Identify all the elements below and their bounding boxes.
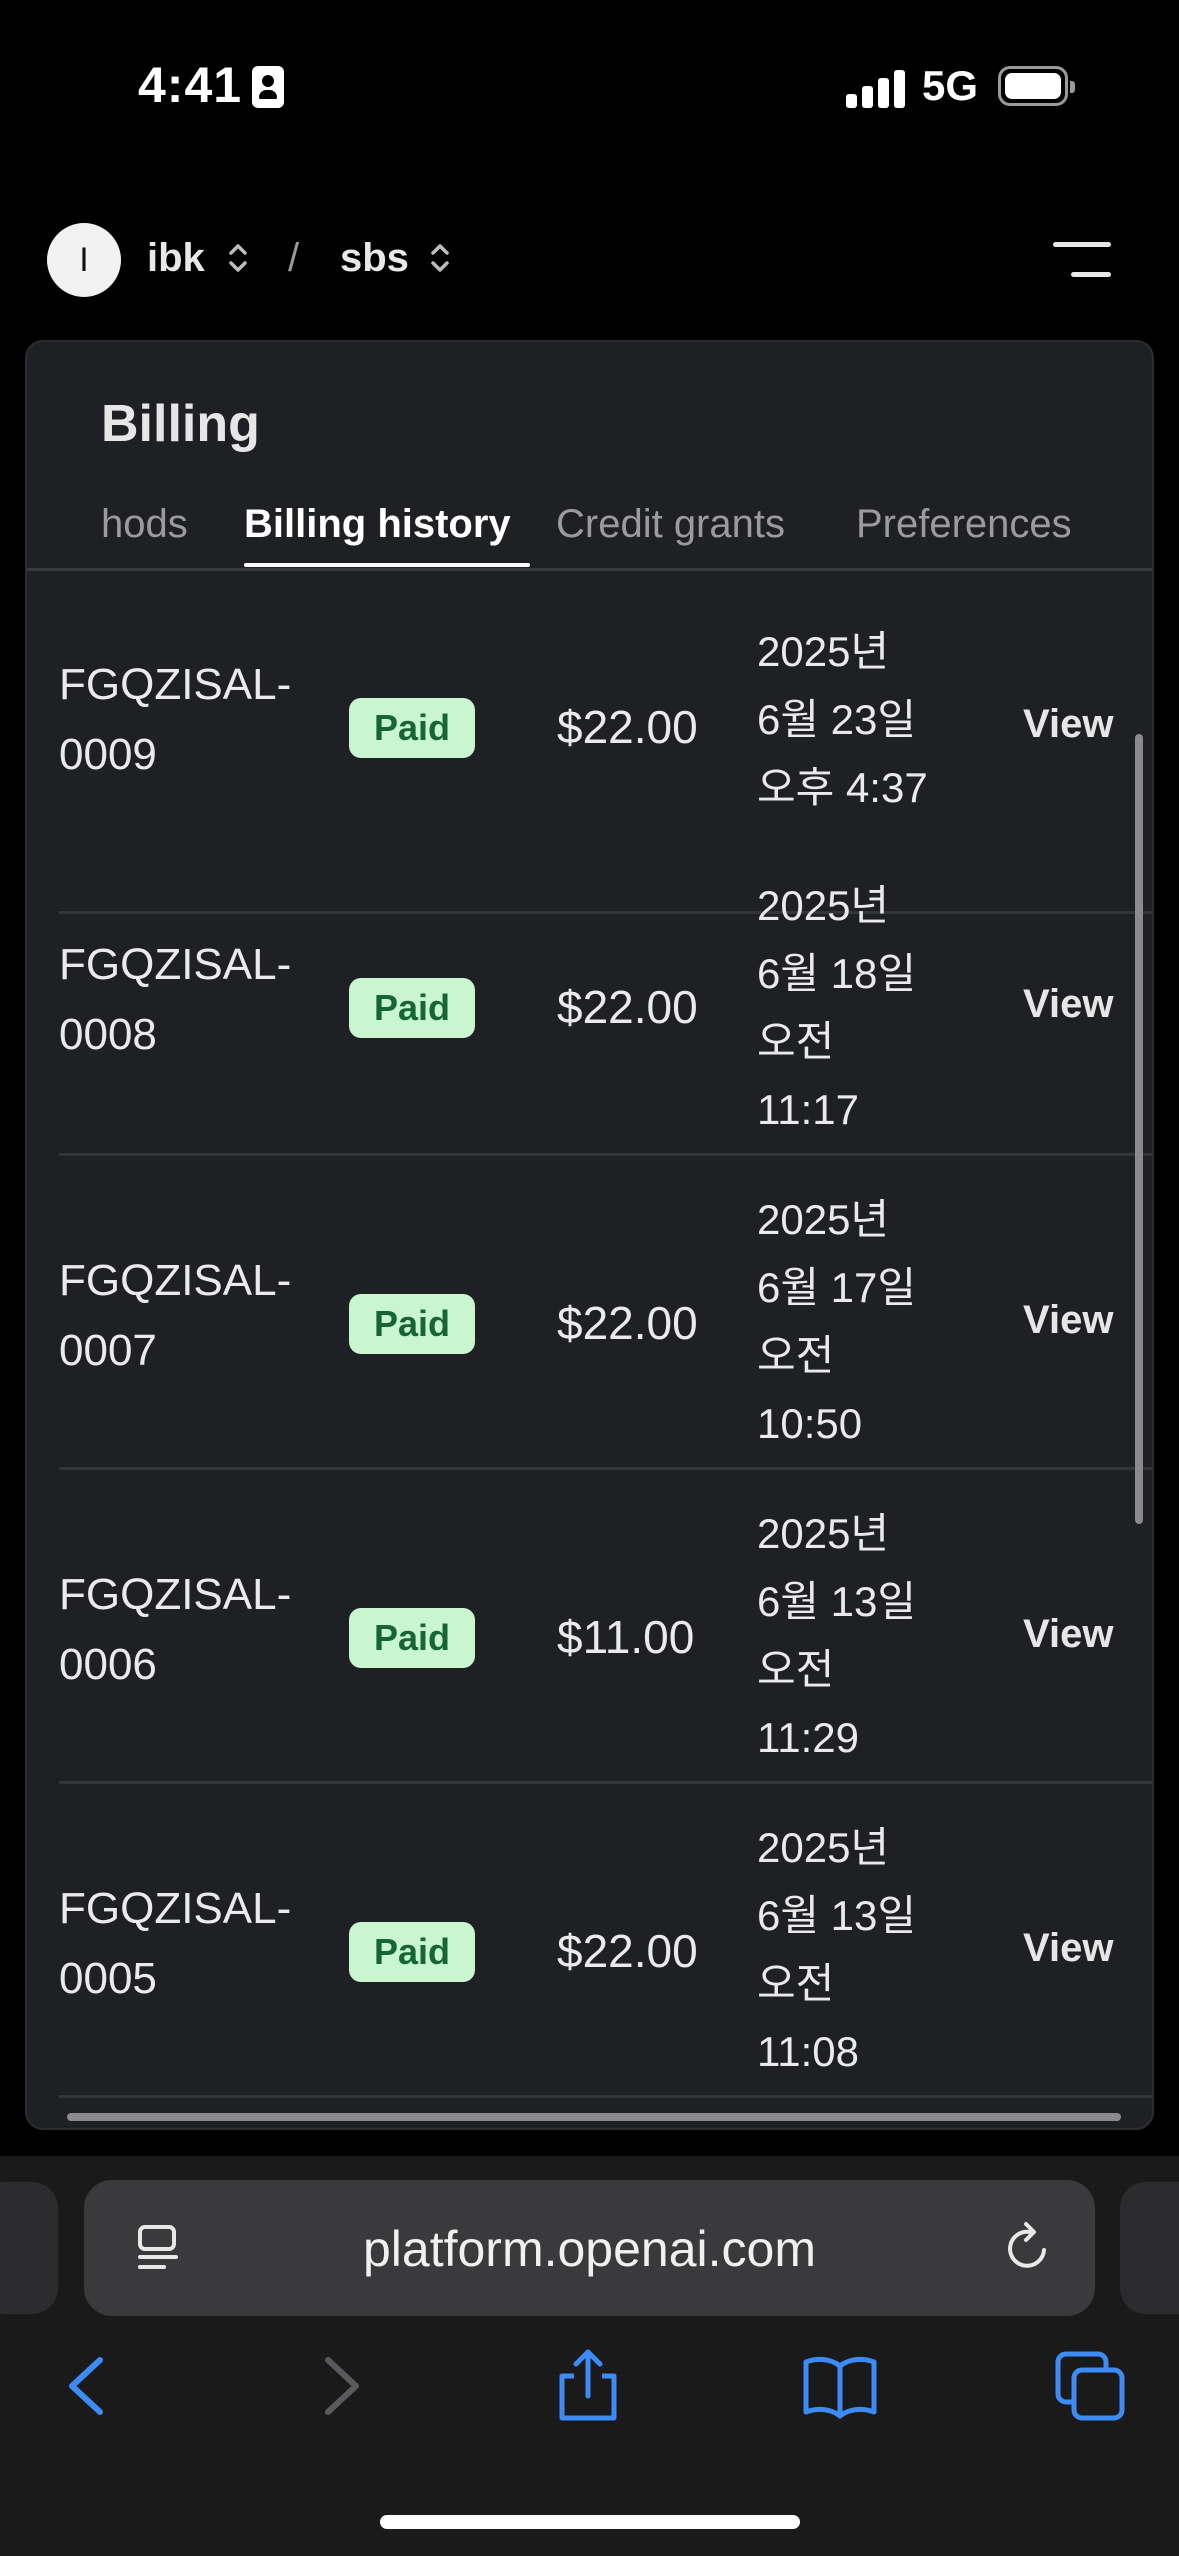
tab-billing-history[interactable]: Billing history [244,502,511,547]
date-line: 오전 [757,1018,835,1065]
view-invoice-link[interactable]: View [1023,982,1113,1027]
date-line: 6월 17일 [757,1264,917,1311]
view-invoice-link[interactable]: View [1023,1298,1113,1343]
invoice-amount: $22.00 [557,1925,698,1977]
invoice-number: FGQZISAL- 0005 [59,1874,319,2014]
status-badge: Paid [349,1294,475,1354]
chevron-up-down-icon[interactable] [227,238,249,278]
next-tab-preview[interactable] [1120,2182,1179,2314]
active-tab-indicator [244,563,530,567]
date-line: 10:50 [757,1400,863,1447]
date-line: 2025년 [757,1196,890,1243]
date-line: 11:29 [757,1714,859,1761]
project-selector[interactable]: sbs [340,236,409,281]
invoice-number-part: 0007 [59,1326,157,1375]
invoice-number: FGQZISAL- 0007 [59,1246,319,1386]
cellular-signal-icon [846,68,906,108]
date-line: 오전 [757,1960,835,2007]
bookmarks-icon[interactable] [800,2346,880,2426]
tab-preferences[interactable]: Preferences [856,502,1072,547]
date-line: 2025년 [757,1510,890,1557]
tab-credit-grants[interactable]: Credit grants [556,502,785,547]
invoice-date: 2025년 6월 23일 오후 4:37 [757,618,957,822]
tabs-icon[interactable] [1050,2346,1130,2426]
invoice-number-part: FGQZISAL- [59,660,292,709]
date-line: 2025년 [757,628,890,675]
view-invoice-link[interactable]: View [1023,702,1113,747]
address-bar[interactable]: platform.openai.com [84,2180,1095,2316]
browser-toolbar: platform.openai.com [0,2156,1179,2556]
date-line: 오후 4:37 [757,764,928,811]
date-line: 6월 23일 [757,696,917,743]
invoice-number-part: FGQZISAL- [59,940,292,989]
previous-tab-preview[interactable] [0,2182,58,2314]
invoice-number-part: 0006 [59,1640,157,1689]
tab-payment-methods[interactable]: hods [101,502,188,547]
network-type: 5G [922,62,979,109]
status-badge: Paid [349,1922,475,1982]
date-line: 6월 18일 [757,950,917,997]
row-divider [59,2095,1152,2098]
contact-card-icon [252,66,284,108]
billing-card: Billing hods Billing history Credit gran… [25,340,1154,2130]
table-row: FGQZISAL- 0007 Paid $22.00 2025년 6월 17일 … [27,1156,1152,1470]
date-line: 6월 13일 [757,1892,917,1939]
invoice-number-part: 0008 [59,1010,157,1059]
billing-tabs: hods Billing history Credit grants Prefe… [27,502,1152,571]
date-line: 2025년 [757,882,890,929]
status-badge: Paid [349,1608,475,1668]
invoice-date: 2025년 6월 17일 오전 10:50 [757,1186,957,1458]
invoice-date: 2025년 6월 13일 오전 11:29 [757,1500,957,1772]
invoice-number-part: FGQZISAL- [59,1256,292,1305]
invoice-number-part: FGQZISAL- [59,1884,292,1933]
reload-icon[interactable] [1000,2220,1056,2276]
date-line: 11:08 [757,2028,859,2075]
home-indicator[interactable] [380,2515,800,2529]
status-badge: Paid [349,698,475,758]
date-line: 2025년 [757,1824,890,1871]
vertical-scrollbar[interactable] [1135,734,1143,1524]
view-invoice-link[interactable]: View [1023,1612,1113,1657]
horizontal-scrollbar[interactable] [67,2113,1121,2121]
invoice-date: 2025년 6월 13일 오전 11:08 [757,1814,957,2086]
back-icon[interactable] [48,2346,128,2426]
forward-icon [325,2357,359,2415]
share-icon[interactable] [548,2346,628,2426]
invoice-amount: $11.00 [557,1611,695,1663]
chevron-up-down-icon[interactable] [429,238,451,278]
invoice-date: 2025년 6월 18일 오전 11:17 [757,872,957,1144]
status-badge: Paid [349,978,475,1038]
invoice-amount: $22.00 [557,981,698,1033]
date-line: 6월 13일 [757,1578,917,1625]
org-selector[interactable]: ibk [147,236,205,281]
status-bar: 4:41 5G [0,0,1179,160]
date-line: 오전 [757,1332,835,1379]
menu-icon[interactable] [1053,240,1111,280]
invoice-amount: $22.00 [557,1297,698,1349]
breadcrumb-separator: / [288,236,300,280]
invoice-number-part: 0009 [59,730,157,779]
avatar[interactable]: I [47,223,121,297]
status-time: 4:41 [138,57,243,113]
invoice-number: FGQZISAL- 0009 [59,650,319,790]
invoice-amount: $22.00 [557,701,698,753]
url-text: platform.openai.com [362,2221,816,2277]
table-row: FGQZISAL- 0008 Paid $22.00 2025년 6월 18일 … [27,842,1152,1156]
table-row: FGQZISAL- 0005 Paid $22.00 2025년 6월 13일 … [27,1784,1152,2098]
invoice-number: FGQZISAL- 0006 [59,1560,319,1700]
battery-icon [998,66,1075,106]
top-navigation: I ibk / sbs [0,210,1179,310]
view-invoice-link[interactable]: View [1023,1926,1113,1971]
date-line: 오전 [757,1646,835,1693]
invoice-number-part: FGQZISAL- [59,1570,292,1619]
invoice-number: FGQZISAL- 0008 [59,930,319,1070]
table-row: FGQZISAL- 0006 Paid $11.00 2025년 6월 13일 … [27,1470,1152,1784]
invoice-number-part: 0005 [59,1954,157,2003]
date-line: 11:17 [757,1086,859,1133]
page-title: Billing [101,395,260,453]
